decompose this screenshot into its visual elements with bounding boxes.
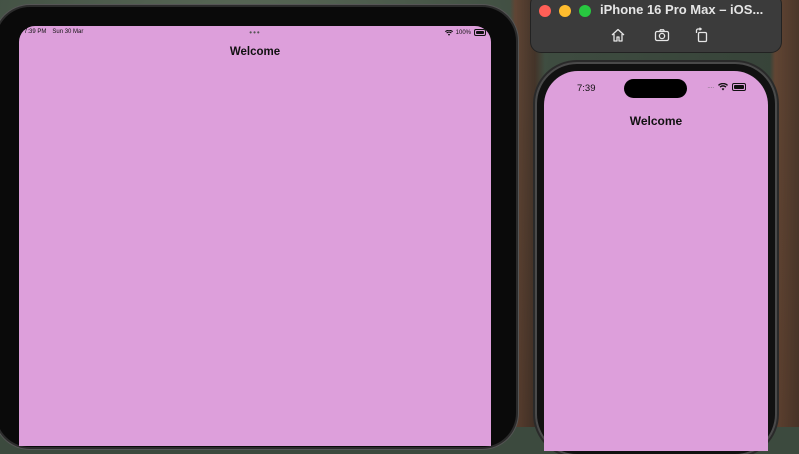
battery-icon bbox=[732, 83, 746, 91]
rotate-icon bbox=[695, 27, 708, 43]
iphone-status-right: .... bbox=[707, 83, 746, 91]
screenshot-button[interactable] bbox=[654, 27, 672, 43]
simulator-window-titlebar[interactable]: iPhone 16 Pro Max – iOS... bbox=[531, 0, 781, 52]
wifi-icon bbox=[444, 29, 453, 36]
minimize-window-button[interactable] bbox=[559, 5, 571, 17]
iphone-device-frame: 7:39 .... Welcome bbox=[537, 64, 775, 454]
rotate-button[interactable] bbox=[694, 27, 712, 43]
home-button[interactable] bbox=[610, 27, 628, 43]
simulator-toolbar bbox=[531, 27, 781, 45]
battery-percent: 100% bbox=[455, 29, 471, 36]
zoom-window-button[interactable] bbox=[579, 5, 591, 17]
ipad-status-right: 100% bbox=[444, 29, 486, 36]
ipad-status-date: Sun 30 Mar bbox=[52, 29, 84, 35]
cellular-signal: .... bbox=[707, 84, 714, 90]
battery-icon bbox=[474, 29, 486, 36]
camera-icon bbox=[654, 29, 670, 42]
iphone-nav-title: Welcome bbox=[629, 114, 683, 128]
ipad-status-bar: 7:39 PM Sun 30 Mar ••• 100% bbox=[24, 28, 486, 38]
ipad-nav-title: Welcome bbox=[229, 46, 281, 58]
multitasking-dots-icon[interactable]: ••• bbox=[249, 28, 260, 37]
wifi-icon bbox=[718, 83, 728, 91]
ipad-status-left: 7:39 PM Sun 30 Mar bbox=[24, 29, 89, 35]
close-window-button[interactable] bbox=[539, 5, 551, 17]
ipad-device-frame: 7:39 PM Sun 30 Mar ••• 100% Welcome bbox=[0, 7, 516, 447]
ipad-status-time: 7:39 PM bbox=[24, 29, 47, 35]
iphone-status-time: 7:39 bbox=[577, 83, 596, 94]
simulator-window-title: iPhone 16 Pro Max – iOS... bbox=[600, 2, 764, 17]
dynamic-island bbox=[624, 79, 687, 98]
ipad-screen: 7:39 PM Sun 30 Mar ••• 100% Welcome bbox=[19, 26, 491, 446]
home-icon bbox=[611, 28, 625, 42]
iphone-screen: 7:39 .... Welcome bbox=[544, 71, 768, 451]
